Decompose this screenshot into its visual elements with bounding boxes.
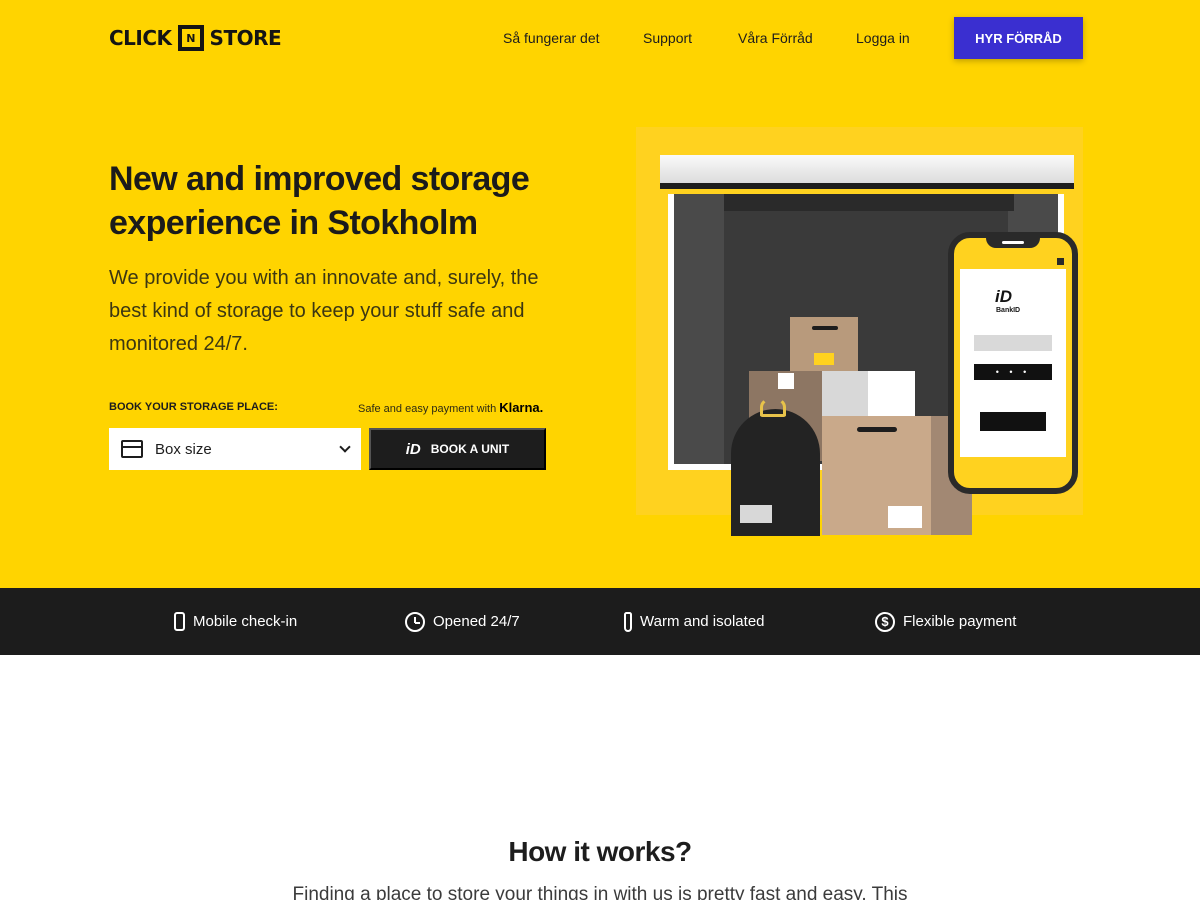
feature-flexible-payment: $ Flexible payment xyxy=(875,588,1016,655)
logo-n-mark: N xyxy=(177,25,204,51)
storage-shutter xyxy=(660,155,1074,189)
feature-label: Mobile check-in xyxy=(193,613,298,630)
book-unit-label: BOOK A UNIT xyxy=(430,442,510,456)
bankid-logo-icon: iD xyxy=(995,287,1012,306)
box-size-select[interactable]: Box size xyxy=(109,428,361,470)
bag-knot xyxy=(760,397,786,417)
logo-right-text: STORE xyxy=(209,26,282,50)
phone-camera xyxy=(1057,258,1064,265)
hero-title: New and improved storage experience in S… xyxy=(109,160,530,242)
thermometer-icon xyxy=(624,611,632,632)
book-label: BOOK YOUR STORAGE PLACE: xyxy=(109,401,278,413)
nav-link-our-storage[interactable]: Våra Förråd xyxy=(738,30,813,46)
box-tape xyxy=(812,326,838,330)
bankid-icon: iD xyxy=(405,440,421,458)
dollar-icon: $ xyxy=(875,611,895,632)
phone-notch xyxy=(986,238,1040,248)
storage-illustration: iD BankID • • • xyxy=(636,127,1083,536)
payment-note-text: Safe and easy payment with xyxy=(358,403,497,415)
nav-link-support[interactable]: Support xyxy=(643,30,692,46)
feature-mobile-check-in: Mobile check-in xyxy=(174,588,297,655)
logo-middle-text: N xyxy=(186,31,195,45)
nav-link-login[interactable]: Logga in xyxy=(856,30,910,46)
mobile-icon xyxy=(174,612,185,631)
feature-label: Warm and isolated xyxy=(640,613,765,630)
feature-warm-isolated: Warm and isolated xyxy=(624,588,765,655)
white-box xyxy=(822,371,915,416)
bankid-logo-text: BankID xyxy=(996,307,1021,314)
how-it-works-subtitle: Finding a place to store your things in … xyxy=(292,884,908,900)
bag-label xyxy=(740,505,772,523)
room-ceiling xyxy=(724,194,1014,211)
box-tape xyxy=(857,427,897,432)
rent-storage-button[interactable]: HYR FÖRRÅD xyxy=(954,17,1083,59)
phone-input-field xyxy=(974,335,1052,351)
feature-opened-24-7: Opened 24/7 xyxy=(405,588,520,655)
hero-subtitle: We provide you with an innovate and, sur… xyxy=(109,267,539,355)
box-label xyxy=(888,506,922,528)
chevron-down-icon xyxy=(339,441,351,453)
phone-illustration: iD BankID • • • xyxy=(948,232,1078,494)
white-box-side xyxy=(868,371,915,416)
nav-link-how-it-works[interactable]: Så fungerar det xyxy=(503,30,600,46)
klarna-logo: Klarna. xyxy=(499,400,544,415)
room-left-wall xyxy=(674,194,724,464)
hero-section: CLICK N STORE Så fungerar det Support Vå… xyxy=(0,0,1200,588)
feature-label: Flexible payment xyxy=(903,613,1017,630)
box-icon xyxy=(121,440,143,458)
book-unit-button[interactable]: iD BOOK A UNIT xyxy=(369,428,546,470)
alarm-clock-icon xyxy=(405,611,425,632)
phone-password-field: • • • xyxy=(974,364,1052,380)
logo[interactable]: CLICK N STORE xyxy=(109,24,282,52)
small-box xyxy=(790,317,858,371)
box-label xyxy=(778,373,794,389)
phone-screen: iD BankID • • • xyxy=(960,269,1066,457)
logo-left-text: CLICK xyxy=(109,26,172,50)
payment-note: Safe and easy payment with Klarna. xyxy=(358,400,543,415)
box-label xyxy=(814,353,834,365)
trash-bag xyxy=(731,397,820,536)
how-it-works-title: How it works? xyxy=(508,836,692,867)
features-bar: Mobile check-in Opened 24/7 Warm and iso… xyxy=(0,588,1200,655)
feature-label: Opened 24/7 xyxy=(433,613,520,630)
phone-submit-button xyxy=(980,412,1046,431)
box-size-value: Box size xyxy=(155,440,212,458)
